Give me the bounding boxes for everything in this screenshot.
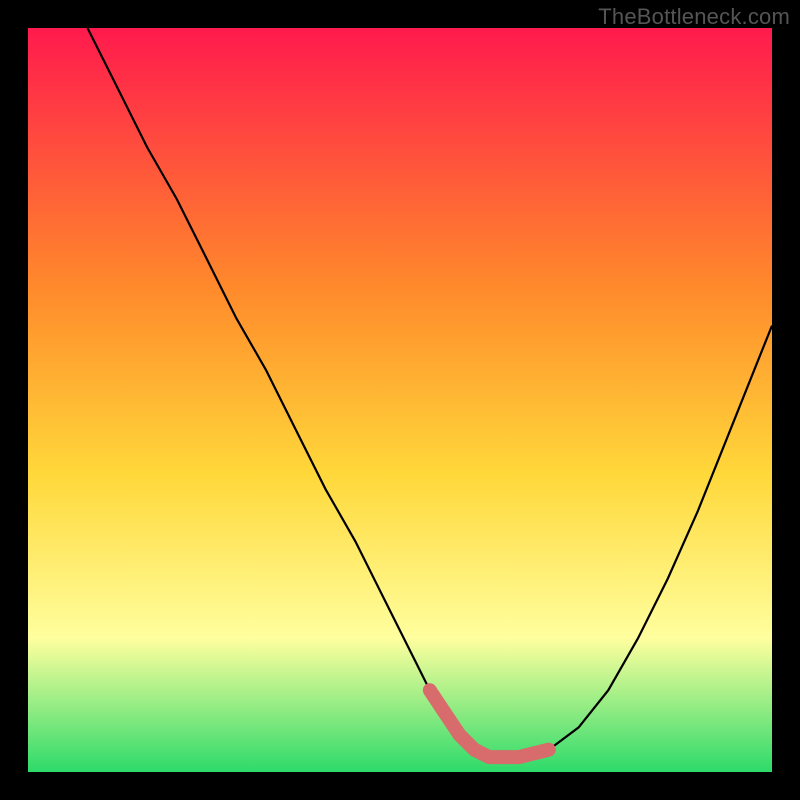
chart-stage: TheBottleneck.com: [0, 0, 800, 800]
bottleneck-curve-chart: [0, 0, 800, 800]
watermark-text: TheBottleneck.com: [598, 4, 790, 30]
gradient-panel: [28, 28, 772, 772]
